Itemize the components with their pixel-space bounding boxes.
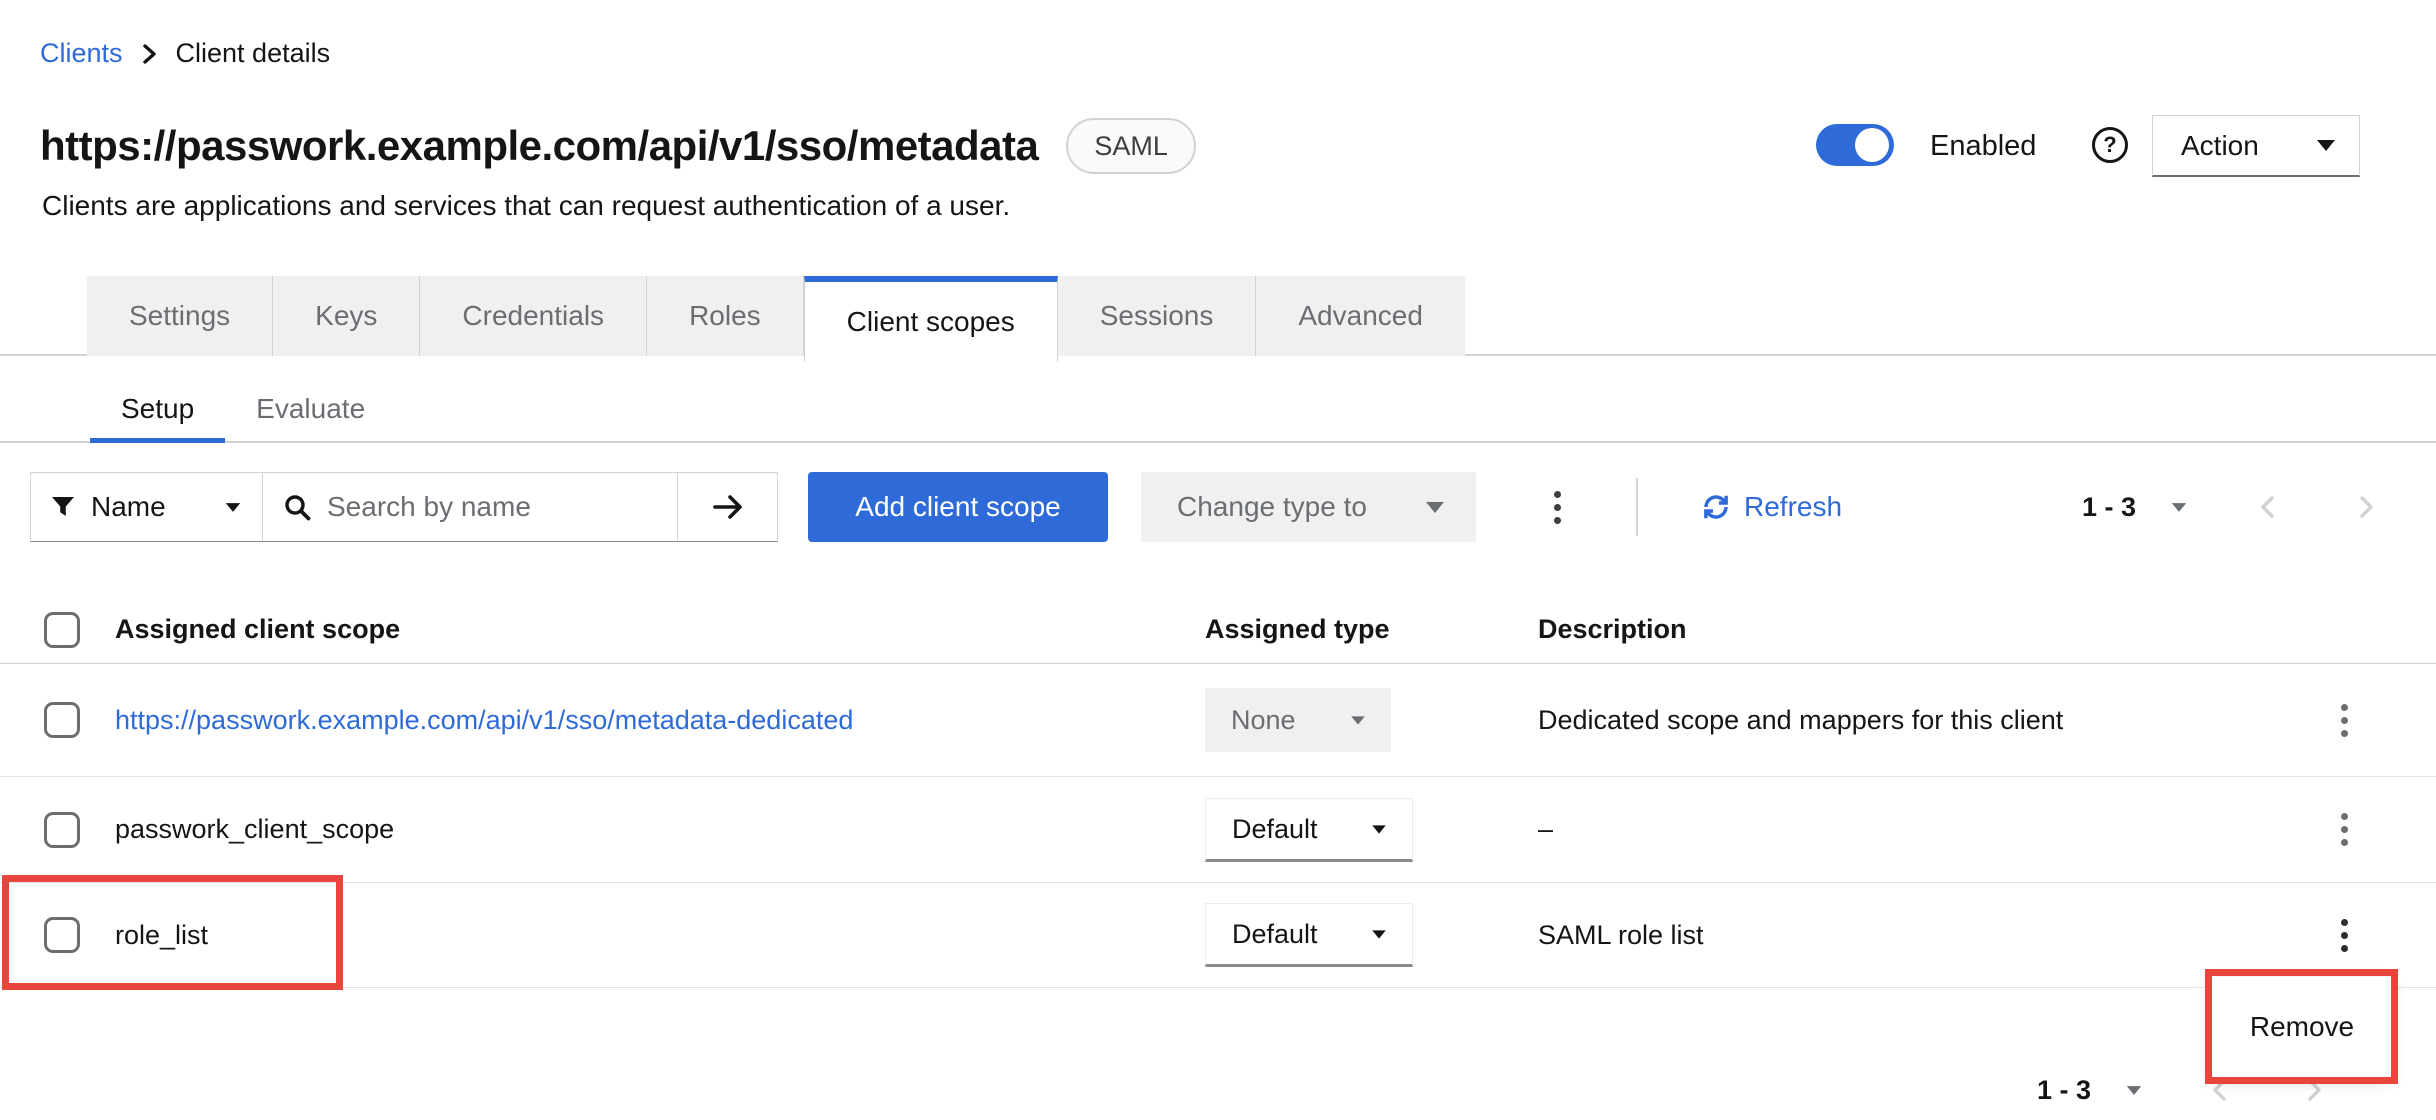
client-scope-name: passwork_client_scope bbox=[115, 814, 394, 845]
refresh-button[interactable]: Refresh bbox=[1700, 472, 1842, 542]
kebab-icon bbox=[2341, 813, 2348, 846]
assigned-type-value: Default bbox=[1232, 919, 1318, 950]
action-dropdown-label: Action bbox=[2181, 130, 2259, 162]
search-box bbox=[263, 473, 677, 541]
page-title: https://passwork.example.com/api/v1/sso/… bbox=[40, 122, 1038, 170]
refresh-icon bbox=[1700, 491, 1732, 523]
row-kebab-button[interactable] bbox=[2324, 664, 2364, 776]
filter-icon bbox=[51, 496, 75, 518]
breadcrumb-chevron-icon bbox=[141, 42, 158, 66]
toggle-knob bbox=[1855, 128, 1889, 162]
row-checkbox[interactable] bbox=[44, 917, 80, 953]
pagination-range: 1 - 3 bbox=[2037, 1075, 2091, 1106]
row-kebab-button[interactable] bbox=[2324, 777, 2364, 882]
assigned-type-value: None bbox=[1231, 705, 1296, 736]
table-row: https://passwork.example.com/api/v1/sso/… bbox=[0, 664, 2436, 777]
chevron-down-icon bbox=[2172, 503, 2186, 512]
subtab-evaluate[interactable]: Evaluate bbox=[225, 382, 396, 443]
client-details-page: Clients Client details https://passwork.… bbox=[0, 0, 2436, 1120]
row-kebab-button[interactable] bbox=[2324, 883, 2364, 987]
table-row: role_list Default SAML role list bbox=[0, 883, 2436, 988]
search-icon bbox=[283, 493, 311, 521]
assigned-type-dropdown[interactable]: Default bbox=[1205, 903, 1413, 967]
breadcrumb-current: Client details bbox=[176, 38, 331, 69]
search-input[interactable] bbox=[327, 491, 657, 523]
toolbar-kebab-button[interactable] bbox=[1532, 472, 1582, 542]
kebab-icon bbox=[2341, 919, 2348, 952]
subtab-setup[interactable]: Setup bbox=[90, 382, 225, 443]
help-icon[interactable]: ? bbox=[2092, 127, 2128, 163]
chevron-down-icon bbox=[1351, 716, 1365, 724]
table-row: passwork_client_scope Default – bbox=[0, 777, 2436, 883]
chevron-down-icon bbox=[2127, 1086, 2141, 1095]
client-scope-link[interactable]: https://passwork.example.com/api/v1/sso/… bbox=[115, 705, 853, 736]
row-description: SAML role list bbox=[1538, 883, 1704, 987]
kebab-icon bbox=[1554, 491, 1561, 524]
tab-client-scopes[interactable]: Client scopes bbox=[804, 276, 1058, 362]
page-subtitle: Clients are applications and services th… bbox=[42, 190, 1010, 222]
subtab-bar: Setup Evaluate bbox=[90, 382, 396, 443]
assigned-type-value: Default bbox=[1232, 814, 1318, 845]
tab-keys[interactable]: Keys bbox=[273, 276, 420, 356]
change-type-dropdown[interactable]: Change type to bbox=[1141, 472, 1476, 542]
assigned-type-dropdown[interactable]: Default bbox=[1205, 798, 1413, 862]
client-scope-name: role_list bbox=[115, 920, 208, 951]
toolbar-divider bbox=[1636, 478, 1638, 536]
chevron-down-icon bbox=[2317, 140, 2335, 151]
tab-settings[interactable]: Settings bbox=[87, 276, 273, 356]
breadcrumb-link-clients[interactable]: Clients bbox=[40, 38, 123, 69]
chevron-down-icon bbox=[226, 503, 240, 512]
filter-type-dropdown[interactable]: Name bbox=[31, 473, 263, 541]
context-menu-item-remove[interactable]: Remove bbox=[2250, 1011, 2354, 1043]
row-checkbox[interactable] bbox=[44, 812, 80, 848]
tab-advanced[interactable]: Advanced bbox=[1256, 276, 1465, 356]
chevron-down-icon bbox=[1372, 930, 1386, 938]
column-header-description: Description bbox=[1538, 614, 1687, 645]
row-checkbox[interactable] bbox=[44, 702, 80, 738]
tab-sessions[interactable]: Sessions bbox=[1058, 276, 1257, 356]
pagination-range: 1 - 3 bbox=[2082, 492, 2136, 523]
title-row: https://passwork.example.com/api/v1/sso/… bbox=[40, 118, 1196, 174]
change-type-label: Change type to bbox=[1177, 491, 1367, 523]
row-description: – bbox=[1538, 777, 1553, 882]
pagination-bottom-dropdown[interactable]: 1 - 3 bbox=[2037, 1055, 2143, 1120]
tab-roles[interactable]: Roles bbox=[647, 276, 804, 356]
column-header-assigned-client-scope: Assigned client scope bbox=[115, 614, 400, 645]
arrow-right-icon bbox=[711, 492, 745, 522]
column-header-assigned-type: Assigned type bbox=[1205, 614, 1390, 645]
tab-credentials[interactable]: Credentials bbox=[420, 276, 647, 356]
search-toolbar-group: Name bbox=[30, 472, 778, 542]
chevron-down-icon bbox=[1372, 825, 1386, 833]
kebab-icon bbox=[2341, 704, 2348, 737]
row-description: Dedicated scope and mappers for this cli… bbox=[1538, 664, 2063, 776]
pagination-top-dropdown[interactable]: 1 - 3 bbox=[2082, 472, 2188, 542]
filter-type-label: Name bbox=[91, 491, 166, 523]
refresh-label: Refresh bbox=[1744, 491, 1842, 523]
search-submit-button[interactable] bbox=[677, 473, 777, 541]
tab-bar: Settings Keys Credentials Roles Client s… bbox=[87, 276, 1465, 356]
select-all-checkbox[interactable] bbox=[44, 612, 80, 648]
table-header-row: Assigned client scope Assigned type Desc… bbox=[0, 600, 2436, 664]
breadcrumb: Clients Client details bbox=[40, 38, 330, 69]
add-client-scope-button[interactable]: Add client scope bbox=[808, 472, 1108, 542]
enabled-toggle[interactable] bbox=[1816, 124, 1894, 166]
action-dropdown[interactable]: Action bbox=[2152, 115, 2360, 177]
pagination-prev-button[interactable] bbox=[2248, 472, 2288, 542]
pagination-next-button[interactable] bbox=[2346, 472, 2386, 542]
context-menu: Remove bbox=[2212, 977, 2392, 1077]
protocol-badge: SAML bbox=[1066, 118, 1196, 174]
chevron-down-icon bbox=[1426, 502, 1444, 513]
assigned-type-dropdown[interactable]: None bbox=[1205, 688, 1391, 752]
enabled-label: Enabled bbox=[1930, 130, 2036, 163]
